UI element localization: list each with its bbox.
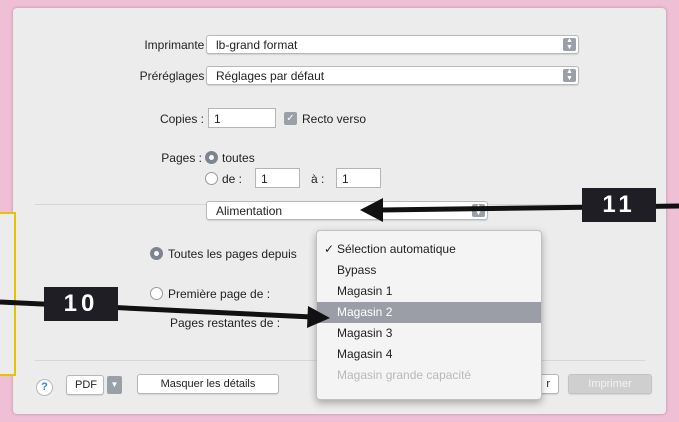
annotation-tag-10: 10 (44, 287, 118, 321)
annotation-tag-11: 11 (582, 188, 656, 222)
annotation-arrows (0, 198, 679, 328)
